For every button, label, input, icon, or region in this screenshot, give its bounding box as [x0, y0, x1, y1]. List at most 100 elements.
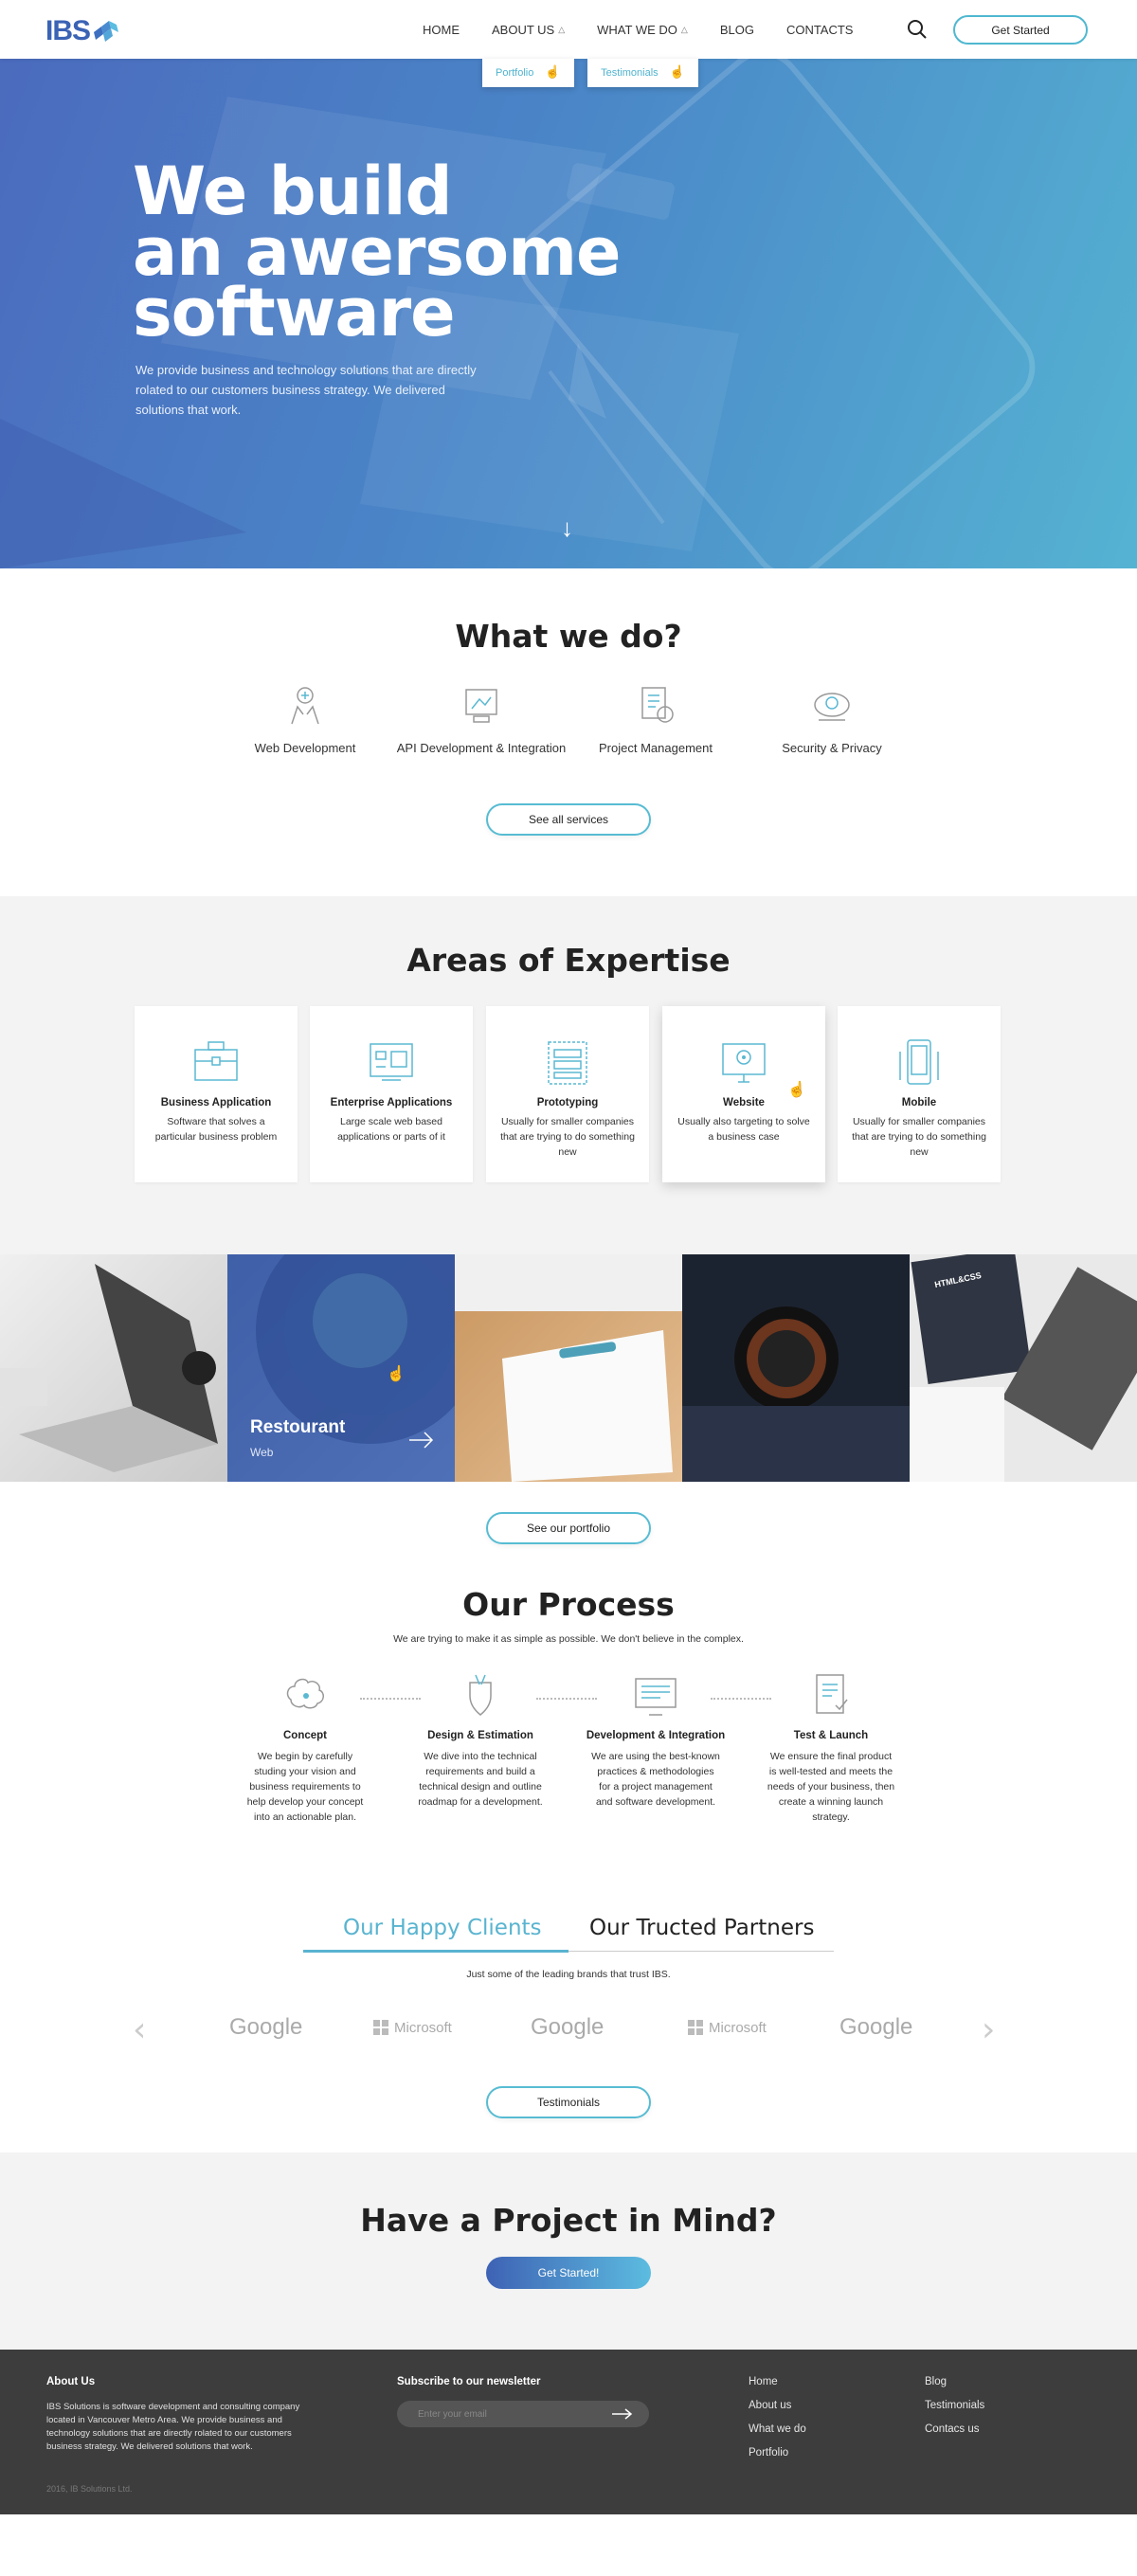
- nav-about[interactable]: ABOUT US △ Portfolio ☝: [482, 23, 574, 87]
- arrow-right-icon[interactable]: [611, 2408, 634, 2420]
- microsoft-logo-icon: [688, 2020, 703, 2035]
- microsoft-logo-icon: [373, 2020, 388, 2035]
- expertise-title: Areas of Expertise: [406, 942, 731, 979]
- footer-link-home[interactable]: Home: [749, 2376, 778, 2387]
- monitor-icon: [722, 1043, 766, 1083]
- expertise-section: Areas of Expertise Business Application …: [0, 896, 1137, 1254]
- chevron-right-icon[interactable]: ›: [982, 2010, 995, 2049]
- chevron-up-icon: △: [680, 24, 688, 34]
- chevron-left-icon[interactable]: ‹: [133, 2010, 146, 2049]
- process-title: Our Process: [462, 1586, 675, 1623]
- footer-link-portfolio[interactable]: Portfolio: [749, 2447, 788, 2459]
- hero-subtitle: We provide business and technology solut…: [135, 363, 477, 417]
- service-web-development[interactable]: Web Development: [210, 682, 400, 757]
- main-nav: HOME ABOUT US △ Portfolio ☝ WHAT WE DO △ …: [423, 0, 885, 87]
- see-portfolio-button[interactable]: See our portfolio: [486, 1512, 651, 1544]
- footer-link-what-we-do[interactable]: What we do: [749, 2423, 806, 2435]
- nav-home[interactable]: HOME: [423, 23, 460, 37]
- footer-link-contacts[interactable]: Contacs us: [925, 2423, 980, 2435]
- test-launch-icon: [816, 1674, 848, 1714]
- expertise-card-prototyping[interactable]: Prototyping Usually for smaller companie…: [486, 1006, 649, 1182]
- footer: About Us IBS Solutions is software devel…: [0, 2350, 1137, 2514]
- project-cta: Have a Project in Mind? Get Started!: [0, 2153, 1137, 2350]
- wireframe-icon: [548, 1041, 587, 1085]
- brand-microsoft: Microsoft: [373, 2012, 452, 2043]
- nav-blog-label: BLOG: [719, 22, 754, 37]
- what-we-do-title: What we do?: [455, 618, 682, 655]
- hero-title: We build an awersome software: [133, 158, 622, 351]
- process-subtitle: We are trying to make it as simple as po…: [393, 1633, 744, 1645]
- wireframe-sketch-photo: [455, 1254, 682, 1482]
- tab-happy-clients[interactable]: Our Happy Clients: [343, 1916, 542, 1940]
- dropdown-item-testimonials[interactable]: Testimonials: [601, 67, 659, 79]
- development-icon: [635, 1678, 677, 1716]
- get-started-cta-button[interactable]: Get Started!: [486, 2257, 651, 2289]
- portfolio-tile-laptop[interactable]: [0, 1254, 227, 1482]
- portfolio-tile-watch[interactable]: [682, 1254, 910, 1482]
- process-step-test-launch: Test & Launch We ensure the final produc…: [746, 1671, 916, 1825]
- api-icon: [465, 689, 497, 723]
- briefcase-icon: [194, 1041, 238, 1081]
- expertise-card-enterprise[interactable]: Enterprise Applications Large scale web …: [310, 1006, 473, 1182]
- watch-photo: [682, 1306, 910, 1482]
- footer-about-text: IBS Solutions is software development an…: [46, 2402, 300, 2452]
- step-title: Design & Estimation: [427, 1730, 533, 1741]
- portfolio-featured-title: Restourant: [250, 1417, 346, 1437]
- get-started-button[interactable]: Get Started: [953, 15, 1088, 45]
- arrow-down-icon[interactable]: ↓: [561, 513, 573, 543]
- logo[interactable]: IBS: [45, 15, 120, 47]
- expertise-card-business[interactable]: Business Application Software that solve…: [135, 1006, 298, 1182]
- brand-google: Google: [229, 2012, 302, 2043]
- card-title: Enterprise Applications: [330, 1097, 453, 1108]
- footer-link-blog[interactable]: Blog: [925, 2376, 947, 2387]
- hand-pointer-icon: ☝: [387, 1366, 406, 1382]
- header: IBS HOME ABOUT US △ Portfolio ☝ WHAT WE D…: [0, 0, 1137, 87]
- service-label: API Development & Integration: [396, 741, 567, 755]
- portfolio-tile-wireframe[interactable]: [455, 1254, 682, 1482]
- logo-text: IBS: [45, 15, 91, 46]
- project-title: Have a Project in Mind?: [360, 2202, 777, 2239]
- what-we-do-section: What we do? Web Development API Developm…: [0, 568, 1137, 896]
- service-security-privacy[interactable]: Security & Privacy: [737, 682, 927, 757]
- see-all-services-button[interactable]: See all services: [486, 803, 651, 836]
- about-dropdown: Portfolio ☝: [482, 58, 574, 87]
- step-desc: We are using the best-known practices & …: [591, 1751, 720, 1808]
- arrow-right-icon[interactable]: [407, 1431, 436, 1450]
- card-desc: Usually for smaller companies that are t…: [500, 1116, 635, 1158]
- search-icon[interactable]: [907, 19, 928, 40]
- newsletter-email-field[interactable]: Enter your email: [397, 2401, 649, 2427]
- clients-section: Our Happy Clients Our Tructed Partners J…: [0, 1887, 1137, 2153]
- card-title: Mobile: [901, 1097, 937, 1108]
- nav-contacts[interactable]: CONTACTS: [786, 23, 854, 37]
- testimonials-button[interactable]: Testimonials: [486, 2086, 651, 2118]
- brand-google: Google: [839, 2012, 912, 2043]
- design-icon: [469, 1674, 492, 1716]
- brain-icon: [286, 1678, 324, 1709]
- service-label: Web Development: [254, 741, 356, 755]
- hero-title-line-3: software: [133, 274, 456, 351]
- service-project-management[interactable]: Project Management: [561, 682, 750, 757]
- portfolio-tile-restaurant[interactable]: Restourant Web ☝: [227, 1254, 455, 1482]
- step-title: Development & Integration: [586, 1730, 726, 1741]
- nav-what-we-do[interactable]: WHAT WE DO △ Testimonials ☝: [587, 22, 698, 87]
- card-desc: Large scale web based applications or pa…: [337, 1116, 445, 1143]
- step-desc: We ensure the final product is well-test…: [767, 1751, 895, 1823]
- service-api-development[interactable]: API Development & Integration: [387, 682, 576, 757]
- dropdown-item-portfolio[interactable]: Portfolio: [496, 67, 533, 79]
- portfolio-tile-desk[interactable]: HTML&CSS: [910, 1254, 1137, 1482]
- expertise-card-mobile[interactable]: Mobile Usually for smaller companies tha…: [838, 1006, 1001, 1182]
- footer-link-testimonials[interactable]: Testimonials: [925, 2400, 984, 2411]
- logo-mark-icon: [94, 21, 119, 42]
- brand-microsoft: Microsoft: [688, 2012, 767, 2043]
- card-title: Prototyping: [536, 1097, 599, 1108]
- tab-trusted-partners[interactable]: Our Tructed Partners: [589, 1916, 814, 1940]
- step-title: Test & Launch: [793, 1730, 869, 1741]
- card-desc: Software that solves a particular busine…: [154, 1116, 278, 1143]
- project-management-icon: [641, 687, 674, 723]
- expertise-card-website[interactable]: Website Usually also targeting to solve …: [662, 1006, 825, 1182]
- service-label: Security & Privacy: [782, 741, 882, 755]
- nav-what-we-do-label: WHAT WE DO: [597, 22, 677, 37]
- footer-link-about[interactable]: About us: [749, 2400, 791, 2411]
- service-label: Project Management: [599, 741, 713, 755]
- nav-blog[interactable]: BLOG: [720, 23, 754, 37]
